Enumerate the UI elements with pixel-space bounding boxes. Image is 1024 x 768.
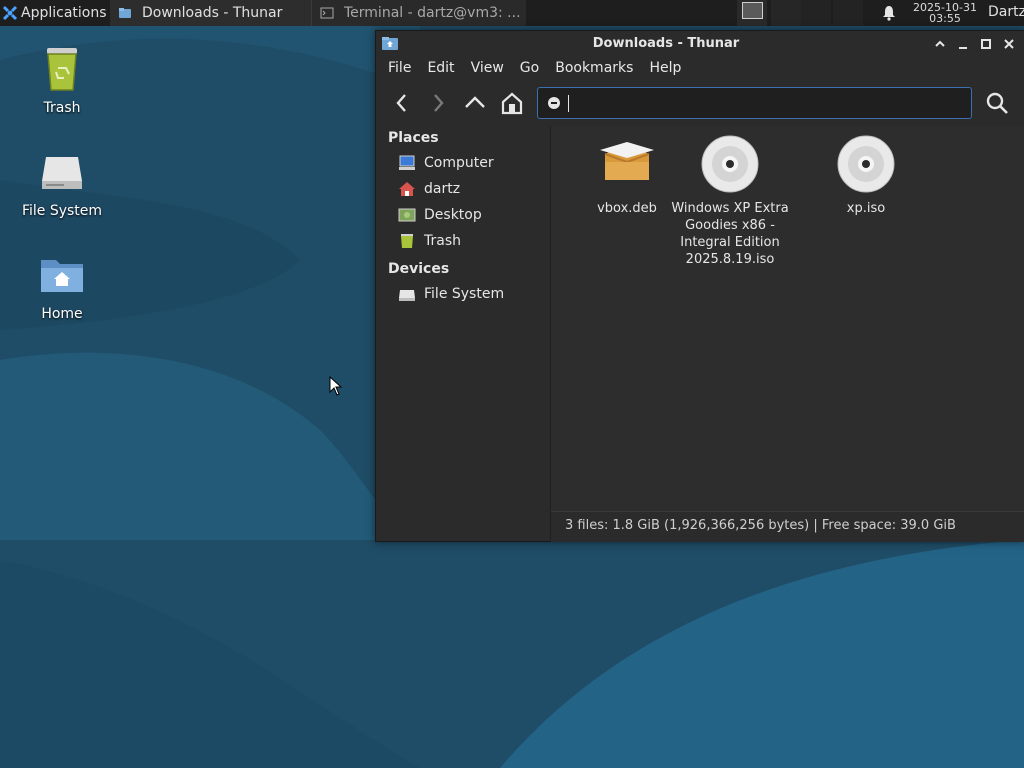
taskbar-item-thunar[interactable]: Downloads - Thunar xyxy=(110,0,316,26)
xfce-logo-icon xyxy=(2,5,18,21)
computer-icon xyxy=(399,155,415,170)
sidebar-item-label: Desktop xyxy=(424,207,482,223)
file-item[interactable]: Windows XP Extra Goodies x86 - Integral … xyxy=(664,134,796,268)
desktop-icon-label: File System xyxy=(21,203,103,219)
window-title: Downloads - Thunar xyxy=(592,36,740,51)
minimize-icon xyxy=(959,47,967,49)
workspace-3[interactable] xyxy=(801,0,831,26)
workspace-1[interactable] xyxy=(737,0,767,26)
sidebar-item-label: Trash xyxy=(424,233,461,249)
sidebar-item-label: dartz xyxy=(424,181,461,197)
menu-edit[interactable]: Edit xyxy=(415,57,462,81)
applications-label: Applications xyxy=(21,5,107,21)
parent-folder-button[interactable] xyxy=(462,90,488,116)
desktop-icon xyxy=(398,208,416,222)
forward-button[interactable] xyxy=(425,90,451,116)
file-name: vbox.deb xyxy=(597,201,657,216)
file-view[interactable]: vbox.deb Windows XP Extra Goodies x86 - … xyxy=(551,126,1024,511)
file-name: xp.iso xyxy=(846,201,886,216)
disc-icon xyxy=(701,135,759,193)
window-shade-button[interactable] xyxy=(932,36,948,52)
sidebar-item-trash[interactable]: Trash xyxy=(398,230,461,252)
desktop-icon-file-system[interactable]: File System xyxy=(7,147,117,219)
window-titlebar[interactable]: Downloads - Thunar xyxy=(376,31,1024,56)
window-close-button[interactable] xyxy=(1001,36,1017,52)
desktop-icon-label: Home xyxy=(41,306,83,322)
mouse-cursor-icon xyxy=(329,376,343,396)
close-icon xyxy=(1004,39,1014,49)
back-button[interactable] xyxy=(389,90,415,116)
notification-bell-icon[interactable] xyxy=(881,5,897,21)
home-folder-icon xyxy=(41,260,83,292)
status-bar: 3 files: 1.8 GiB (1,926,366,256 bytes) |… xyxy=(551,511,1024,542)
menu-file[interactable]: File xyxy=(376,57,419,81)
sidebar-item-file-system[interactable]: File System xyxy=(398,283,504,305)
menu-help[interactable]: Help xyxy=(637,57,689,81)
taskbar-item-label: Downloads - Thunar xyxy=(142,5,283,21)
sidebar-item-desktop[interactable]: Desktop xyxy=(398,204,482,226)
file-name: Windows XP Extra Goodies x86 - Integral … xyxy=(671,201,789,267)
window-minimize-button[interactable] xyxy=(955,36,971,52)
workspace-window-thumbnail xyxy=(742,2,763,19)
clock-time: 03:55 xyxy=(929,12,961,25)
location-input[interactable] xyxy=(572,93,966,115)
menu-bar: File Edit View Go Bookmarks Help xyxy=(376,57,1024,81)
trash-icon xyxy=(401,234,413,248)
disc-icon xyxy=(837,135,895,193)
workspace-2[interactable] xyxy=(771,0,801,26)
desktop-icon-trash[interactable]: Trash xyxy=(7,44,117,116)
taskbar-item-label: Terminal - dartz@vm3: ... xyxy=(344,5,521,21)
taskbar-item-terminal[interactable]: Terminal - dartz@vm3: ... xyxy=(311,0,526,26)
sidebar-item-label: File System xyxy=(424,286,505,302)
terminal-icon xyxy=(320,7,334,19)
places-header: Places xyxy=(388,130,439,146)
maximize-icon xyxy=(981,39,991,49)
menu-bookmarks[interactable]: Bookmarks xyxy=(543,57,641,81)
home-icon xyxy=(399,182,415,196)
workspace-4[interactable] xyxy=(833,0,863,26)
desktop-icon-label: Trash xyxy=(43,100,81,116)
text-caret xyxy=(568,95,569,112)
file-item[interactable]: xp.iso xyxy=(800,134,932,217)
sidebar-item-computer[interactable]: Computer xyxy=(398,152,494,174)
package-icon xyxy=(600,142,654,180)
sidebar: Places Computer dartz Desktop Trash Devi… xyxy=(376,126,551,540)
chevron-up-icon xyxy=(935,40,945,47)
location-clear-icon[interactable] xyxy=(548,97,560,109)
clock[interactable]: 2025-10-31 03:55 xyxy=(905,0,985,28)
desktop-icon-home[interactable]: Home xyxy=(7,250,117,322)
folder-icon xyxy=(119,8,131,18)
sidebar-item-label: Computer xyxy=(424,155,494,171)
drive-icon xyxy=(399,290,415,301)
devices-header: Devices xyxy=(388,261,450,277)
search-button[interactable] xyxy=(984,90,1010,116)
trash-icon xyxy=(47,48,77,91)
toolbar xyxy=(376,83,1024,123)
drive-icon xyxy=(42,157,82,189)
user-menu[interactable]: Dartz xyxy=(988,4,1024,20)
applications-menu-button[interactable]: Applications ☰ xyxy=(0,0,110,26)
status-text: 3 files: 1.8 GiB (1,926,366,256 bytes) |… xyxy=(565,518,956,533)
menu-view[interactable]: View xyxy=(459,57,512,81)
location-bar[interactable] xyxy=(537,87,972,119)
top-panel: Applications ☰ Downloads - Thunar Termin… xyxy=(0,0,1024,26)
home-button[interactable] xyxy=(499,90,525,116)
thunar-window: Downloads - Thunar File Edit View Go Boo… xyxy=(375,30,1024,542)
window-maximize-button[interactable] xyxy=(978,36,994,52)
menu-go[interactable]: Go xyxy=(508,57,547,81)
sidebar-item-dartz[interactable]: dartz xyxy=(398,178,460,200)
